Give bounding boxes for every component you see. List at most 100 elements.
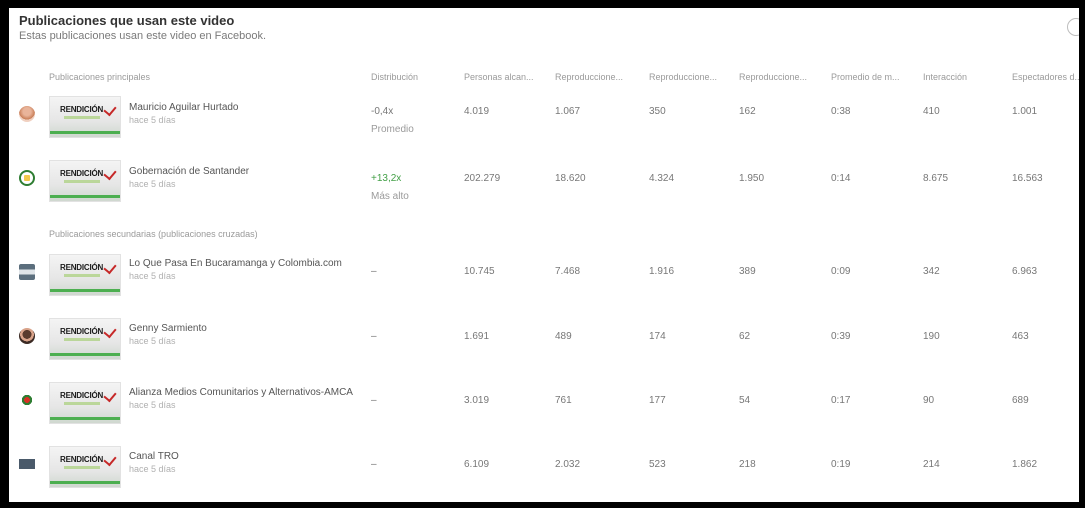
engagement-value: 342 xyxy=(923,266,940,277)
plays-3-value: 389 xyxy=(739,266,756,277)
col-header-plays-3[interactable]: Reproduccione... xyxy=(739,72,807,82)
distribution-value: – xyxy=(371,331,377,342)
video-thumbnail[interactable]: RENDICIÓN xyxy=(49,318,121,360)
table-row[interactable]: RENDICIÓN Mauricio Aguilar Hurtado hace … xyxy=(9,94,1079,154)
thumbnail-decoration xyxy=(64,180,100,183)
video-thumbnail[interactable]: RENDICIÓN xyxy=(49,96,121,138)
video-thumbnail[interactable]: RENDICIÓN xyxy=(49,382,121,424)
post-page-name[interactable]: Lo Que Pasa En Bucaramanga y Colombia.co… xyxy=(129,258,342,269)
viewers-value: 1.001 xyxy=(1012,106,1038,117)
thumbnail-bar xyxy=(50,195,120,198)
post-time: hace 5 días xyxy=(129,336,176,346)
engagement-value: 90 xyxy=(923,395,935,406)
post-time: hace 5 días xyxy=(129,115,176,125)
table-row[interactable]: RENDICIÓN Genny Sarmiento hace 5 días – … xyxy=(9,314,1079,374)
avatar xyxy=(19,328,35,344)
plays-2-value: 523 xyxy=(649,459,666,470)
col-header-people-reached[interactable]: Personas alcan... xyxy=(464,72,534,82)
people-reached-value: 3.019 xyxy=(464,395,490,406)
col-header-distribution[interactable]: Distribución xyxy=(371,72,418,82)
plays-1-value: 761 xyxy=(555,395,572,406)
post-page-name[interactable]: Mauricio Aguilar Hurtado xyxy=(129,102,239,113)
viewers-value: 16.563 xyxy=(1012,173,1043,184)
avg-minutes-value: 0:38 xyxy=(831,106,851,117)
check-icon xyxy=(103,102,117,117)
thumbnail-bar xyxy=(50,353,120,356)
video-thumbnail[interactable]: RENDICIÓN xyxy=(49,160,121,202)
col-header-engagement[interactable]: Interacción xyxy=(923,72,967,82)
col-header-viewers[interactable]: Espectadores d... xyxy=(1012,72,1079,82)
check-icon xyxy=(103,324,117,339)
thumbnail-bar xyxy=(50,131,120,134)
avg-minutes-value: 0:14 xyxy=(831,173,851,184)
secondary-posts-label: Publicaciones secundarias (publicaciones… xyxy=(49,229,258,239)
engagement-value: 190 xyxy=(923,331,940,342)
thumbnail-decoration xyxy=(64,402,100,405)
video-thumbnail[interactable]: RENDICIÓN xyxy=(49,254,121,296)
post-page-name[interactable]: Gobernación de Santander xyxy=(129,166,249,177)
video-thumbnail[interactable]: RENDICIÓN xyxy=(49,446,121,488)
plays-3-value: 218 xyxy=(739,459,756,470)
post-time: hace 5 días xyxy=(129,400,176,410)
thumbnail-decoration xyxy=(64,466,100,469)
col-header-plays-2[interactable]: Reproduccione... xyxy=(649,72,717,82)
col-header-primary-posts: Publicaciones principales xyxy=(49,72,151,82)
thumbnail-bar xyxy=(50,289,120,292)
plays-2-value: 1.916 xyxy=(649,266,675,277)
plays-3-value: 62 xyxy=(739,331,751,342)
post-page-name[interactable]: Alianza Medios Comunitarios y Alternativ… xyxy=(129,387,353,398)
col-header-avg-minutes[interactable]: Promedio de m... xyxy=(831,72,900,82)
people-reached-value: 10.745 xyxy=(464,266,495,277)
post-page-name[interactable]: Genny Sarmiento xyxy=(129,323,207,334)
thumbnail-text: RENDICIÓN xyxy=(60,169,104,178)
plays-1-value: 489 xyxy=(555,331,572,342)
plays-3-value: 162 xyxy=(739,106,756,117)
info-icon[interactable] xyxy=(1067,18,1079,36)
thumbnail-decoration xyxy=(64,338,100,341)
plays-1-value: 1.067 xyxy=(555,106,581,117)
people-reached-value: 202.279 xyxy=(464,173,501,184)
post-time: hace 5 días xyxy=(129,179,176,189)
check-icon xyxy=(103,452,117,467)
plays-1-value: 2.032 xyxy=(555,459,581,470)
plays-3-value: 54 xyxy=(739,395,751,406)
video-posts-panel: Publicaciones que usan este video Estas … xyxy=(9,8,1079,502)
plays-1-value: 7.468 xyxy=(555,266,581,277)
avg-minutes-value: 0:09 xyxy=(831,266,851,277)
thumbnail-text: RENDICIÓN xyxy=(60,455,104,464)
table-row[interactable]: RENDICIÓN Canal TRO hace 5 días – 6.109 … xyxy=(9,442,1079,502)
avg-minutes-value: 0:19 xyxy=(831,459,851,470)
avatar xyxy=(19,392,35,408)
people-reached-value: 1.691 xyxy=(464,331,490,342)
post-time: hace 5 días xyxy=(129,464,176,474)
distribution-value: +13,2x xyxy=(371,173,402,184)
plays-2-value: 4.324 xyxy=(649,173,675,184)
thumbnail-text: RENDICIÓN xyxy=(60,391,104,400)
distribution-note: Más alto xyxy=(371,191,409,202)
thumbnail-text: RENDICIÓN xyxy=(60,105,104,114)
check-icon xyxy=(103,260,117,275)
distribution-value: – xyxy=(371,459,377,470)
engagement-value: 410 xyxy=(923,106,940,117)
thumbnail-bar xyxy=(50,417,120,420)
engagement-value: 214 xyxy=(923,459,940,470)
people-reached-value: 4.019 xyxy=(464,106,490,117)
plays-2-value: 350 xyxy=(649,106,666,117)
check-icon xyxy=(103,166,117,181)
post-page-name[interactable]: Canal TRO xyxy=(129,451,179,462)
post-time: hace 5 días xyxy=(129,271,176,281)
engagement-value: 8.675 xyxy=(923,173,949,184)
distribution-value: – xyxy=(371,395,377,406)
panel-subtitle: Estas publicaciones usan este video en F… xyxy=(19,30,267,42)
viewers-value: 689 xyxy=(1012,395,1029,406)
viewers-value: 463 xyxy=(1012,331,1029,342)
thumbnail-text: RENDICIÓN xyxy=(60,263,104,272)
table-row[interactable]: RENDICIÓN Lo Que Pasa En Bucaramanga y C… xyxy=(9,250,1079,310)
avg-minutes-value: 0:39 xyxy=(831,331,851,342)
col-header-plays-1[interactable]: Reproduccione... xyxy=(555,72,623,82)
avg-minutes-value: 0:17 xyxy=(831,395,851,406)
table-row[interactable]: RENDICIÓN Alianza Medios Comunitarios y … xyxy=(9,378,1079,438)
thumbnail-decoration xyxy=(64,116,100,119)
distribution-value: -0,4x xyxy=(371,106,394,117)
table-row[interactable]: RENDICIÓN Gobernación de Santander hace … xyxy=(9,156,1079,216)
